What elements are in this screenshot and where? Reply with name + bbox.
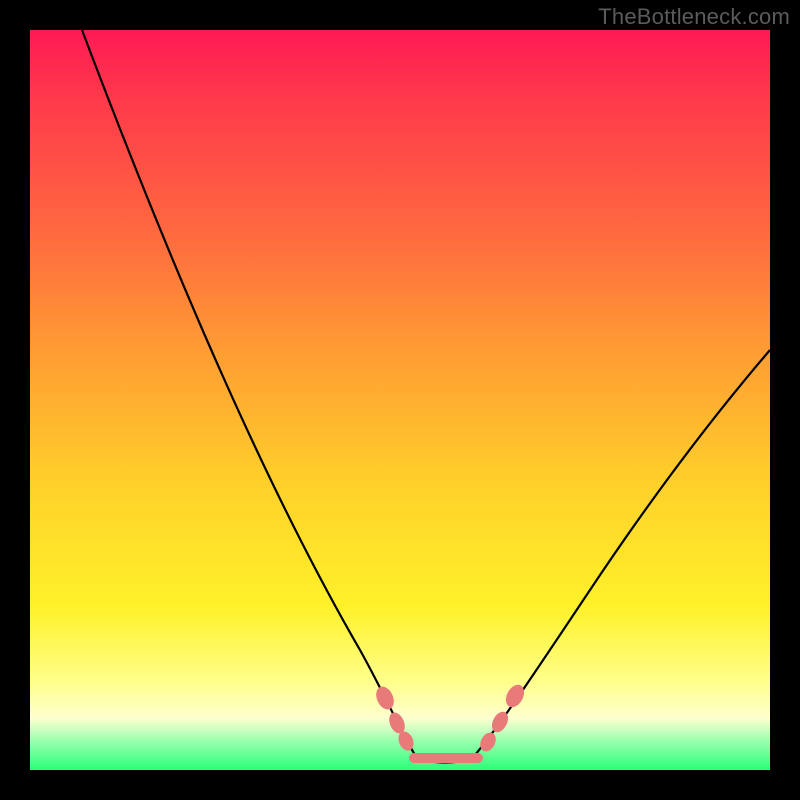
marker-right-1 xyxy=(477,730,499,754)
bottleneck-curve-svg xyxy=(30,30,770,770)
chart-frame: TheBottleneck.com xyxy=(0,0,800,800)
marker-left-1 xyxy=(373,684,397,712)
marker-right-3 xyxy=(502,682,527,711)
curve-left-branch xyxy=(82,30,415,755)
watermark-text: TheBottleneck.com xyxy=(598,4,790,30)
plot-area xyxy=(30,30,770,770)
